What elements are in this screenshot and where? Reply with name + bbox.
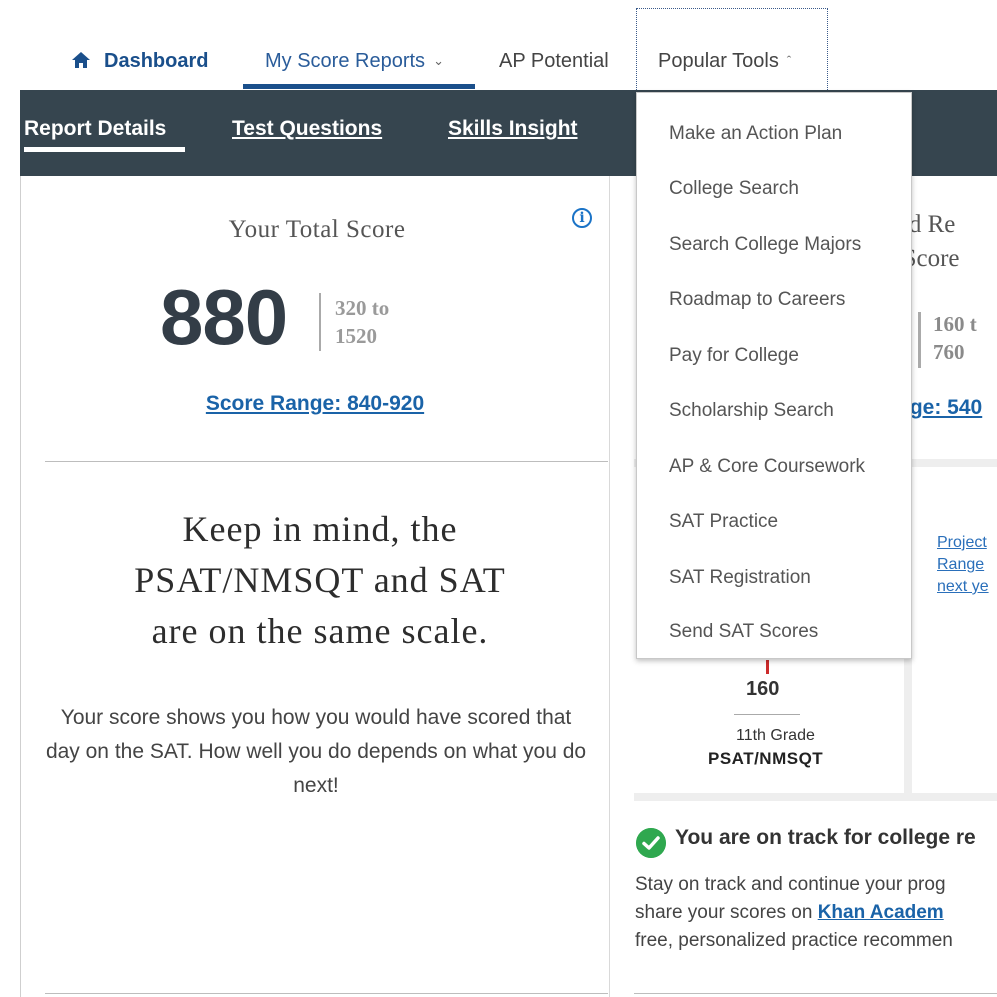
nav-ap-potential[interactable]: AP Potential (499, 50, 609, 73)
section-divider (45, 461, 608, 462)
section-score-scale: 160 t 760 (933, 310, 977, 366)
top-nav (20, 8, 997, 90)
score-range-link[interactable]: Score Range: 840-920 (20, 392, 610, 416)
menu-item-sat-registration[interactable]: SAT Registration (669, 567, 811, 589)
headline-line-3: are on the same scale. (151, 611, 489, 651)
on-track-heading: You are on track for college re (675, 826, 976, 849)
section-score-divider (918, 312, 921, 368)
nav-my-score-reports-label: My Score Reports (265, 50, 426, 72)
grade-label: 11th Grade (736, 727, 815, 744)
projected-line-2: Range (937, 556, 985, 573)
popular-tools-dropdown: Make an Action Plan College Search Searc… (636, 92, 912, 659)
menu-item-college-search[interactable]: College Search (669, 178, 799, 200)
on-track-line-2: share your scores on Khan Academ (635, 899, 997, 927)
section-scale-high: 760 (933, 340, 965, 364)
headline-line-1: Keep in mind, the (182, 509, 458, 549)
menu-item-scholarship-search[interactable]: Scholarship Search (669, 400, 834, 422)
score-divider (319, 293, 321, 351)
section-score-range-link[interactable]: ige: 540 (904, 396, 982, 420)
score-scale-high: 1520 (335, 324, 377, 348)
nav-popular-tools-label: Popular Tools (658, 50, 779, 72)
active-nav-underline (243, 84, 475, 89)
scale-message-headline: Keep in mind, the PSAT/NMSQT and SAT are… (50, 504, 590, 657)
scale-message-body: Your score shows you how you would have … (45, 706, 587, 797)
menu-item-pay-for-college[interactable]: Pay for College (669, 345, 799, 367)
on-track-line-2-prefix: share your scores on (635, 902, 818, 923)
score-marker-line (734, 714, 800, 715)
tab-report-details[interactable]: Report Details (24, 117, 166, 141)
tab-skills-insight[interactable]: Skills Insight (448, 117, 578, 141)
on-track-line-3: free, personalized practice recommen (635, 930, 953, 951)
check-circle-icon (636, 828, 666, 858)
active-tab-underline (24, 147, 185, 152)
menu-item-send-sat-scores[interactable]: Send SAT Scores (669, 621, 818, 643)
home-icon (72, 52, 90, 68)
chevron-down-icon: ⌄ (433, 53, 444, 68)
nav-my-score-reports[interactable]: My Score Reports ⌄ (265, 50, 444, 73)
total-score-value: 880 (160, 273, 288, 361)
menu-item-search-college-majors[interactable]: Search College Majors (669, 234, 861, 256)
khan-academy-link[interactable]: Khan Academ (818, 902, 944, 923)
score-scale: 320 to 1520 (335, 294, 389, 350)
score-marker-value: 160 (746, 678, 780, 700)
menu-item-sat-practice[interactable]: SAT Practice (669, 511, 778, 533)
section-divider-bottom (45, 993, 608, 994)
nav-popular-tools[interactable]: Popular Tools ˆ (658, 50, 791, 73)
chevron-up-icon: ˆ (786, 53, 792, 68)
score-marker-tick (766, 660, 769, 674)
on-track-line-1: Stay on track and continue your prog (635, 874, 946, 895)
on-track-body: Stay on track and continue your prog sha… (635, 871, 997, 955)
panel-gap-2 (634, 793, 997, 801)
section-scale-low: 160 t (933, 312, 977, 336)
projected-range-link[interactable]: Project Range next ye (937, 532, 989, 598)
score-scale-low: 320 to (335, 296, 390, 320)
total-score-panel: i Your Total Score 880 320 to 1520 Score… (20, 176, 610, 997)
section-divider-right (634, 993, 997, 994)
test-name-label: PSAT/NMSQT (708, 749, 824, 768)
menu-item-roadmap-to-careers[interactable]: Roadmap to Careers (669, 289, 845, 311)
projected-line-1: Project (937, 534, 987, 551)
total-score-title: Your Total Score (228, 216, 406, 243)
projected-line-3: next ye (937, 578, 989, 595)
headline-line-2: PSAT/NMSQT and SAT (134, 560, 506, 600)
nav-dashboard-label: Dashboard (104, 50, 209, 72)
menu-item-make-an-action-plan[interactable]: Make an Action Plan (669, 123, 842, 145)
tab-test-questions[interactable]: Test Questions (232, 117, 382, 141)
menu-item-ap-core-coursework[interactable]: AP & Core Coursework (669, 456, 865, 478)
nav-dashboard[interactable]: Dashboard (72, 50, 208, 73)
